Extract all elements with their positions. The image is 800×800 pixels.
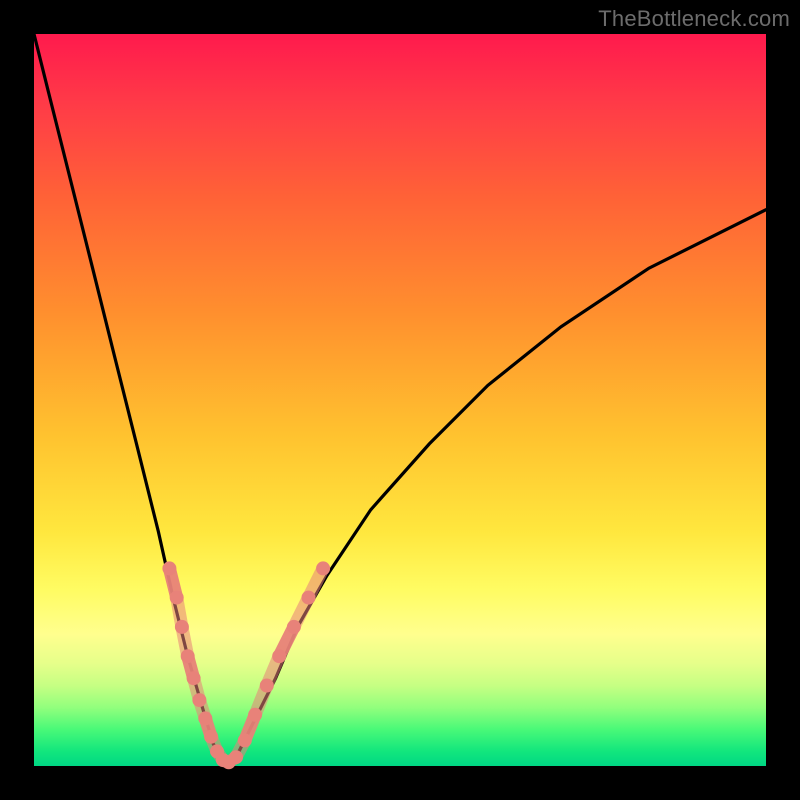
marker-dot: [187, 671, 201, 685]
marker-dot: [238, 733, 252, 747]
marker-dot: [287, 620, 301, 634]
marker-dot: [302, 591, 316, 605]
marker-dot: [204, 730, 218, 744]
watermark-text: TheBottleneck.com: [598, 6, 790, 32]
marker-dot: [181, 649, 195, 663]
marker-layer: [162, 561, 330, 769]
marker-dot: [248, 708, 262, 722]
marker-dot: [316, 561, 330, 575]
chart-svg: [34, 34, 766, 766]
bottleneck-curve: [34, 34, 766, 762]
marker-dot: [260, 679, 274, 693]
marker-dot: [229, 750, 243, 764]
marker-dot: [272, 649, 286, 663]
plot-area: [34, 34, 766, 766]
chart-frame: TheBottleneck.com: [0, 0, 800, 800]
marker-dot: [162, 561, 176, 575]
marker-dot: [175, 620, 189, 634]
marker-dot: [192, 693, 206, 707]
marker-dot: [170, 591, 184, 605]
marker-dot: [198, 711, 212, 725]
curve-layer: [34, 34, 766, 762]
